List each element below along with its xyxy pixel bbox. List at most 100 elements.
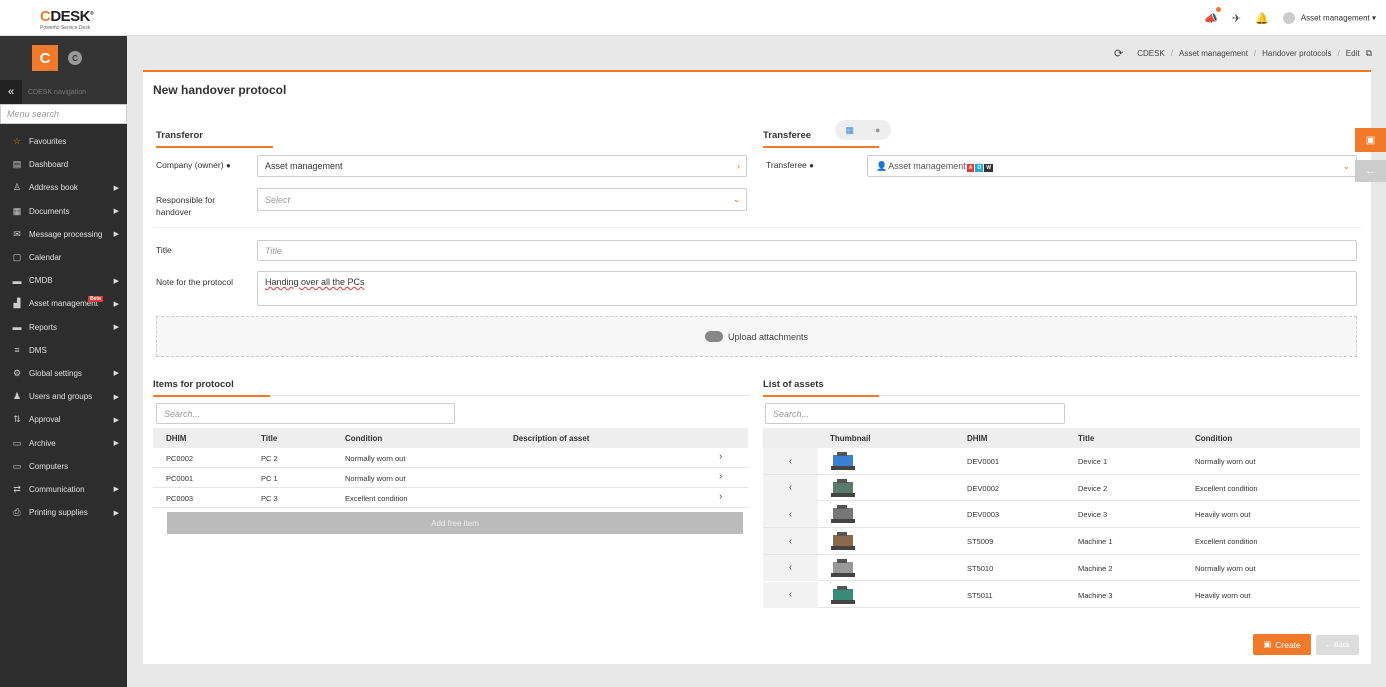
- sidebar-item-global-settings[interactable]: ⚙ Global settings ▶: [0, 362, 127, 385]
- responsible-label: Responsible for handover: [156, 195, 216, 217]
- add-free-item-button[interactable]: Add free item: [167, 512, 743, 534]
- back-button[interactable]: ← Back: [1316, 635, 1359, 655]
- move-to-protocol-button[interactable]: ‹: [763, 448, 818, 474]
- secondary-app-icon[interactable]: C: [68, 51, 82, 65]
- table-row[interactable]: ‹ ST5011 Machine 3 Heavily worn out: [763, 581, 1360, 609]
- cell-dhim: ST5011: [967, 590, 993, 600]
- table-row[interactable]: ‹ ST5010 Machine 2 Normally worn out: [763, 554, 1360, 582]
- app-logo[interactable]: CDESK® Powerful Service Desk: [40, 6, 94, 32]
- col-condition[interactable]: Condition: [345, 434, 382, 443]
- cdesk-logo-icon[interactable]: C: [32, 45, 58, 71]
- move-to-protocol-button[interactable]: ‹: [763, 581, 818, 608]
- logo-subtitle: Powerful Service Desk: [40, 25, 91, 31]
- sidebar-item-dashboard[interactable]: ▤ Dashboard: [0, 153, 127, 176]
- move-to-protocol-button[interactable]: ‹: [763, 501, 818, 528]
- sidebar-item-computers[interactable]: ▭ Computers: [0, 455, 127, 478]
- table-row[interactable]: ‹ DEV0003 Device 3 Heavily worn out: [763, 501, 1360, 529]
- sidebar-item-users-and-groups[interactable]: ♟ Users and groups ▶: [0, 385, 127, 408]
- note-textarea[interactable]: Handing over all the PCs: [257, 271, 1357, 306]
- envelope-icon: ✉: [13, 228, 21, 239]
- breadcrumb-item-asset-management[interactable]: Asset management: [1179, 49, 1248, 58]
- items-search-input[interactable]: Search...: [156, 403, 455, 424]
- sidebar-item-message-processing[interactable]: ✉ Message processing ▶: [0, 223, 127, 246]
- sidebar-item-archive[interactable]: ▭ Archive ▶: [0, 431, 127, 454]
- sidebar-item-label: Address book: [29, 183, 78, 193]
- sidebar-item-approval[interactable]: ⇅ Approval ▶: [0, 408, 127, 431]
- transferee-field[interactable]: 👤 Asset management AOW ⌄: [867, 155, 1357, 177]
- cell-title: Device 3: [1078, 510, 1108, 520]
- col-dhim[interactable]: DHIM: [166, 434, 186, 443]
- user-menu[interactable]: Asset management ▾: [1282, 12, 1376, 24]
- responsible-select[interactable]: Select ⌄: [257, 188, 747, 211]
- col-description[interactable]: Description of asset: [513, 434, 589, 443]
- sidebar-item-reports[interactable]: ▬ Reports ▶: [0, 316, 127, 339]
- table-row[interactable]: PC0002 PC 2 Normally worn out ›: [153, 448, 748, 468]
- floating-back-button[interactable]: ←: [1355, 160, 1386, 182]
- move-to-protocol-button[interactable]: ‹: [763, 554, 818, 581]
- floating-save-button[interactable]: ▣: [1355, 128, 1386, 152]
- chevron-right-icon[interactable]: ›: [719, 471, 722, 482]
- assets-search-input[interactable]: Search...: [765, 403, 1065, 424]
- cell-title: PC 3: [261, 494, 278, 503]
- arrow-left-icon: ←: [1365, 165, 1376, 177]
- sidebar-item-cmdb[interactable]: ▬ CMDB ▶: [0, 269, 127, 292]
- title-input[interactable]: Title: [257, 240, 1357, 261]
- menu-search-input[interactable]: Menu search: [0, 104, 127, 124]
- chevron-left-icon: ‹: [788, 535, 793, 547]
- sidebar-item-printing-supplies[interactable]: ⎙ Printing supplies ▶: [0, 501, 127, 524]
- user-menu-label: Asset management ▾: [1300, 13, 1376, 23]
- breadcrumb-item-handover-protocols[interactable]: Handover protocols: [1262, 49, 1331, 58]
- chart-icon: ▟: [13, 298, 21, 309]
- collapse-sidebar-icon[interactable]: «: [0, 80, 22, 104]
- airplane-icon[interactable]: ✈: [1232, 12, 1241, 25]
- role-tag: W: [984, 163, 994, 172]
- cell-title: Device 1: [1078, 457, 1108, 466]
- caret-right-icon: ▶: [113, 277, 119, 285]
- cell-dhim: ST5010: [967, 563, 994, 573]
- table-row[interactable]: ‹ ST5009 Machine 1 Excellent condition: [763, 528, 1360, 555]
- sidebar-item-communication[interactable]: ⇄ Communication ▶: [0, 478, 127, 501]
- monitor-icon: ▭: [12, 460, 22, 471]
- sidebar-item-asset-management[interactable]: ▟ Asset management Beta ▶: [0, 292, 127, 315]
- items-title: Items for protocol: [153, 379, 270, 397]
- table-row[interactable]: PC0001 PC 1 Normally worn out ›: [153, 468, 748, 488]
- database-icon: ≡: [14, 345, 20, 356]
- sidebar-item-calendar[interactable]: ▢ Calendar: [0, 246, 127, 269]
- upload-attachments-area[interactable]: Upload attachments: [156, 316, 1357, 357]
- caret-right-icon: ▶: [113, 231, 119, 239]
- chevron-left-icon: ‹: [788, 482, 793, 494]
- table-row[interactable]: ‹ DEV0001 Device 1 Normally worn out: [763, 448, 1360, 475]
- sidebar-item-address-book[interactable]: ♙ Address book ▶: [0, 176, 127, 199]
- cell-title: PC 1: [261, 474, 278, 483]
- move-to-protocol-button[interactable]: ‹: [763, 528, 818, 555]
- cell-title: PC 2: [261, 454, 278, 463]
- company-field[interactable]: Asset management ›: [257, 155, 747, 177]
- chevron-right-icon[interactable]: ›: [719, 491, 722, 502]
- asset-thumbnail: [829, 585, 857, 605]
- col-dhim[interactable]: DHIM: [967, 434, 987, 443]
- breadcrumb-item-cdesk[interactable]: CDESK: [1137, 49, 1165, 58]
- refresh-icon[interactable]: ⟳: [1114, 47, 1123, 60]
- cell-dhim: DEV0002: [967, 483, 1000, 493]
- sidebar-item-dms[interactable]: ≡ DMS: [0, 339, 127, 362]
- external-link-icon[interactable]: ⧉: [1366, 48, 1372, 59]
- col-title[interactable]: Title: [261, 434, 277, 443]
- upload-label: Upload attachments: [727, 331, 809, 342]
- sidebar-item-documents[interactable]: ▦ Documents ▶: [0, 200, 127, 223]
- sidebar-item-favourites[interactable]: ☆ Favourites: [0, 130, 127, 153]
- cell-title: Machine 1: [1078, 537, 1113, 547]
- beta-badge: Beta: [88, 296, 103, 303]
- page-title: New handover protocol: [153, 83, 287, 97]
- announcement-icon[interactable]: 📣: [1204, 6, 1221, 25]
- move-to-protocol-button[interactable]: ‹: [763, 474, 818, 501]
- user-icon: 👤: [876, 160, 888, 171]
- chevron-right-icon[interactable]: ›: [719, 451, 722, 462]
- col-condition[interactable]: Condition: [1195, 434, 1232, 443]
- bell-icon[interactable]: 🔔: [1255, 12, 1269, 25]
- col-title[interactable]: Title: [1078, 434, 1094, 443]
- table-row[interactable]: ‹ DEV0002 Device 2 Excellent condition: [763, 474, 1360, 502]
- col-thumbnail: Thumbnail: [830, 434, 871, 443]
- table-row[interactable]: PC0003 PC 3 Excellent condition ›: [153, 488, 748, 508]
- title-placeholder: Title: [265, 245, 282, 256]
- create-button[interactable]: ▣ Create: [1253, 634, 1311, 655]
